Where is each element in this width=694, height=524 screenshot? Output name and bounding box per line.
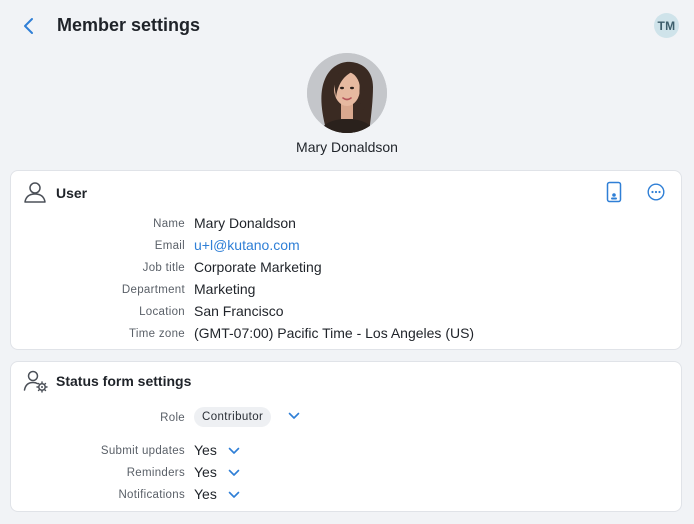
notifications-select[interactable]: Yes: [194, 486, 217, 502]
chevron-down-icon[interactable]: [228, 490, 240, 500]
chevron-down-icon[interactable]: [228, 468, 240, 478]
field-value-job-title: Corporate Marketing: [194, 259, 322, 275]
email-link[interactable]: u+l@kutano.com: [194, 237, 300, 253]
back-button[interactable]: [18, 14, 40, 38]
user-card: User Name Mary Donaldson Email u+l@kutan…: [10, 170, 682, 350]
user-outline-icon: [24, 182, 46, 203]
mobile-badge-icon: [606, 181, 622, 203]
status-form-card: Status form settings Role Contributor Su…: [10, 361, 682, 512]
field-label: Location: [139, 306, 185, 318]
field-row-department: Department Marketing: [11, 281, 683, 301]
field-row-email: Email u+l@kutano.com: [11, 237, 683, 257]
user-gear-icon: [23, 370, 48, 393]
field-label: Reminders: [126, 467, 185, 479]
field-row-notifications: Notifications Yes: [11, 486, 683, 506]
current-user-avatar[interactable]: TM: [654, 13, 679, 38]
field-value-name: Mary Donaldson: [194, 215, 296, 231]
field-value-location: San Francisco: [194, 303, 284, 319]
chevron-left-icon: [24, 18, 33, 34]
field-row-time-zone: Time zone (GMT-07:00) Pacific Time - Los…: [11, 325, 683, 345]
role-dropdown[interactable]: Contributor: [194, 407, 272, 427]
field-row-location: Location San Francisco: [11, 303, 683, 323]
profile-photo: [307, 53, 387, 133]
mobile-device-button[interactable]: [606, 181, 622, 208]
field-label: Time zone: [129, 328, 185, 340]
field-value-time-zone: (GMT-07:00) Pacific Time - Los Angeles (…: [194, 325, 475, 341]
more-options-button[interactable]: [647, 183, 665, 206]
field-row-reminders: Reminders Yes: [11, 464, 683, 484]
reminders-select[interactable]: Yes: [194, 464, 217, 480]
field-label: Name: [153, 218, 185, 230]
field-row-job-title: Job title Corporate Marketing: [11, 259, 683, 279]
field-label: Role: [160, 412, 185, 424]
field-label: Job title: [142, 262, 185, 274]
chevron-down-icon[interactable]: [288, 411, 300, 421]
field-row-name: Name Mary Donaldson: [11, 215, 683, 235]
field-label: Submit updates: [100, 445, 185, 457]
field-value-department: Marketing: [194, 281, 256, 297]
chevron-down-icon[interactable]: [228, 446, 240, 456]
more-horizontal-icon: [647, 183, 665, 201]
portrait-image: [307, 53, 387, 133]
field-row-role: Role Contributor: [11, 407, 683, 429]
field-label: Notifications: [118, 489, 185, 501]
page-header: Member settings TM: [0, 0, 694, 52]
field-label: Email: [154, 240, 185, 252]
field-label: Department: [121, 284, 185, 296]
user-card-title: User: [56, 185, 88, 201]
status-form-card-title: Status form settings: [56, 373, 192, 389]
profile-name: Mary Donaldson: [296, 139, 398, 155]
page-title: Member settings: [57, 15, 201, 35]
submit-updates-select[interactable]: Yes: [194, 442, 217, 458]
field-row-submit-updates: Submit updates Yes: [11, 442, 683, 462]
